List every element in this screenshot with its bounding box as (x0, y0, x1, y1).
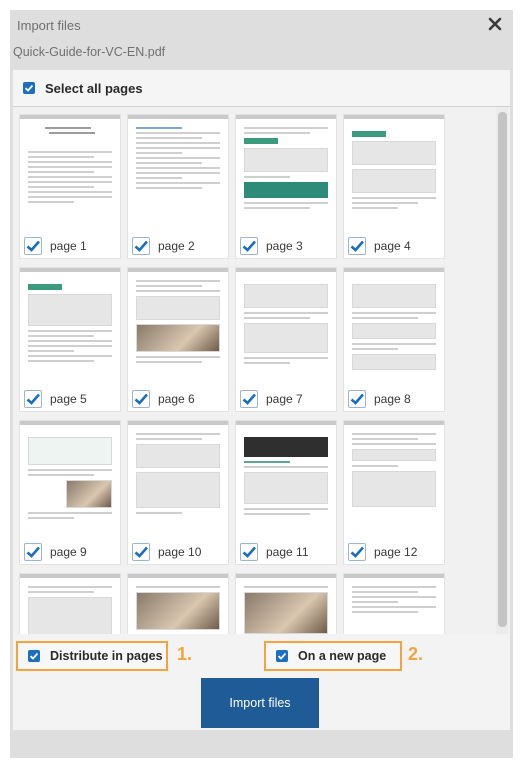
new-page-checkbox[interactable] (276, 650, 288, 662)
page-thumbnail[interactable]: page 3 (236, 115, 336, 258)
distribute-in-pages-option[interactable]: Distribute in pages (16, 641, 168, 671)
page-checkbox[interactable] (132, 237, 150, 255)
page-checkbox[interactable] (24, 390, 42, 408)
page-checkbox[interactable] (348, 543, 366, 561)
page-label[interactable]: page 4 (348, 237, 415, 255)
page-thumbnail[interactable] (236, 574, 336, 634)
page-thumbnail[interactable]: page 4 (344, 115, 444, 258)
page-label[interactable]: page 10 (132, 543, 206, 561)
dialog-title: Import files (17, 18, 81, 33)
page-label[interactable]: page 5 (24, 390, 91, 408)
page-thumbnail[interactable] (20, 574, 120, 634)
page-checkbox[interactable] (132, 390, 150, 408)
page-label[interactable]: page 2 (132, 237, 199, 255)
page-label[interactable]: page 12 (348, 543, 422, 561)
file-name: Quick-Guide-for-VC-EN.pdf (13, 45, 166, 59)
select-all-checkbox[interactable] (23, 82, 35, 94)
distribute-checkbox[interactable] (28, 650, 40, 662)
page-thumbnail[interactable]: page 9 (20, 421, 120, 564)
page-thumbnail[interactable]: page 6 (128, 268, 228, 411)
on-new-page-option[interactable]: On a new page (264, 641, 402, 671)
page-thumbnail[interactable] (344, 574, 444, 634)
page-thumbnail[interactable]: page 1 (20, 115, 120, 258)
option-number-1: 1. (177, 644, 193, 664)
distribute-label: Distribute in pages (50, 649, 163, 663)
dialog-footer: Import files (13, 674, 510, 730)
import-dialog: Import files Quick-Guide-for-VC-EN.pdf S… (10, 10, 513, 758)
select-all-label: Select all pages (45, 80, 143, 96)
page-thumbnail[interactable]: page 12 (344, 421, 444, 564)
page-label[interactable]: page 8 (348, 390, 415, 408)
page-thumbnail[interactable]: page 2 (128, 115, 228, 258)
pages-grid-area: page 1 page 2 page 3 page 4 page 5 page … (13, 107, 510, 634)
page-checkbox[interactable] (240, 237, 258, 255)
page-thumbnail[interactable] (128, 574, 228, 634)
close-icon[interactable] (487, 16, 503, 32)
page-checkbox[interactable] (240, 390, 258, 408)
page-label[interactable]: page 6 (132, 390, 199, 408)
scrollbar-thumb[interactable] (498, 112, 507, 627)
import-files-button[interactable]: Import files (201, 678, 319, 728)
page-label[interactable]: page 9 (24, 543, 91, 561)
select-all-row[interactable]: Select all pages (13, 70, 510, 107)
page-thumbnail[interactable]: page 8 (344, 268, 444, 411)
import-options: Distribute in pages 1. On a new page 2. (13, 634, 510, 674)
page-label[interactable]: page 11 (240, 543, 313, 561)
page-thumbnail[interactable]: page 10 (128, 421, 228, 564)
page-thumbnail[interactable]: page 5 (20, 268, 120, 411)
page-checkbox[interactable] (348, 390, 366, 408)
option-number-2: 2. (408, 644, 424, 664)
new-page-label: On a new page (298, 649, 387, 663)
page-thumbnail[interactable]: page 7 (236, 268, 336, 411)
page-checkbox[interactable] (240, 543, 258, 561)
page-checkbox[interactable] (24, 543, 42, 561)
page-checkbox[interactable] (348, 237, 366, 255)
page-checkbox[interactable] (132, 543, 150, 561)
page-thumbnail[interactable]: page 11 (236, 421, 336, 564)
page-label[interactable]: page 7 (240, 390, 307, 408)
page-checkbox[interactable] (24, 237, 42, 255)
page-label[interactable]: page 1 (24, 237, 91, 255)
page-label[interactable]: page 3 (240, 237, 307, 255)
